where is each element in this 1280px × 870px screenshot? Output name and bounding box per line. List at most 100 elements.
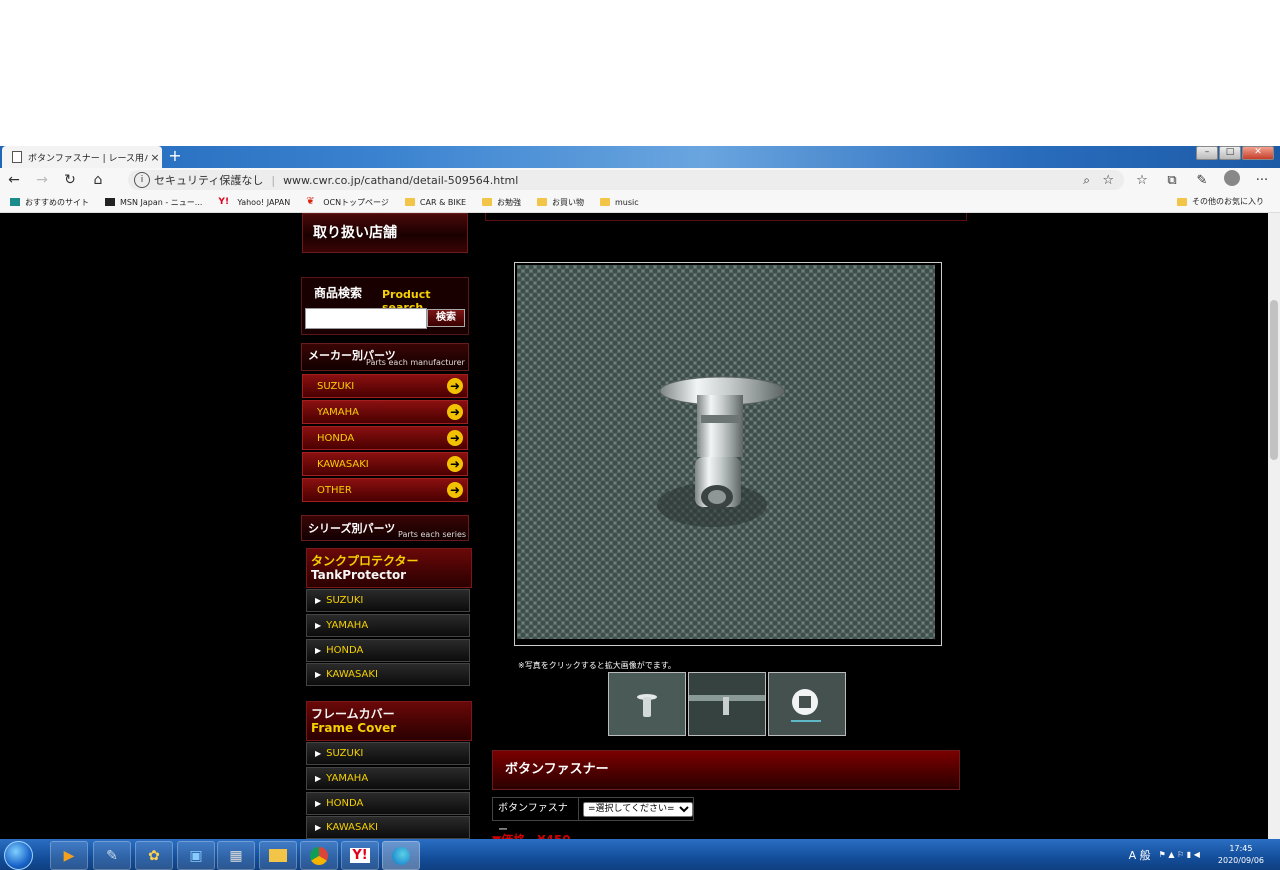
page-icon [12,151,22,163]
thumbnail-1[interactable] [608,672,686,736]
read-aloud-icon[interactable]: ✎ [1190,173,1214,188]
triangle-right-icon: ▶ [315,670,322,679]
other-favorites[interactable]: その他のお気に入り [1177,196,1264,207]
maker-button-honda[interactable]: HONDA ➜ [302,426,468,450]
tank-link-honda[interactable]: ▶ HONDA [306,639,470,662]
browser-tab[interactable]: ボタンファスナー | レース用バイクパー... × [2,146,162,168]
maker-button-other[interactable]: OTHER ➜ [302,478,468,502]
back-icon[interactable]: ← [0,172,28,188]
address-bar[interactable]: i セキュリティ保護なし | www.cwr.co.jp/cathand/det… [128,170,1124,190]
system-tray: A 般 ⚑ ▲ ⚐ ▮ ◀ 17:45 2020/09/06 [1129,839,1280,870]
price-label: ▼価格 ¥450 [492,831,571,839]
favorite-item[interactable]: Y! Yahoo! JAPAN [218,198,290,207]
favorite-item[interactable]: おすすめのサイト [10,197,89,208]
store-link[interactable]: 取り扱い店舗 [302,213,468,253]
folder-icon [404,198,415,206]
arrow-right-icon: ➜ [447,430,463,446]
triangle-right-icon: ▶ [315,823,322,832]
search-title-jp: 商品検索 [314,286,363,300]
scrollbar-thumb[interactable] [1270,300,1278,460]
tank-link-yamaha[interactable]: ▶ YAMAHA [306,614,470,637]
favorite-item[interactable]: ❦ OCNトップページ [306,197,389,208]
msn-icon [105,198,115,206]
favorites-icon[interactable]: ☆ [1130,173,1154,188]
triangle-right-icon: ▶ [315,799,322,808]
maker-button-suzuki[interactable]: SUZUKI ➜ [302,374,468,398]
frame-cover-header[interactable]: フレームカバー Frame Cover [306,701,472,741]
search-input[interactable] [305,308,427,329]
tank-protector-header[interactable]: タンクプロテクター TankProtector [306,548,472,588]
top-border-frame [485,213,967,221]
product-option-row: ボタンファスナー =選択してください= [492,797,694,836]
yahoo-app-icon[interactable]: Y! [341,841,379,870]
home-icon[interactable]: ⌂ [84,172,112,188]
window-controls: – □ ✕ [1196,146,1274,160]
option-select[interactable]: =選択してください= [583,801,693,817]
product-main-image[interactable] [514,262,942,646]
page-viewport: 取り扱い店舗 商品検索 Product search 検索 メーカー別パーツ P… [0,213,1268,839]
profile-icon[interactable] [1220,170,1244,190]
security-label: セキュリティ保護なし [154,174,264,187]
maximize-button[interactable]: □ [1219,146,1241,160]
thumbnail-2[interactable] [688,672,766,736]
favorite-star-icon[interactable]: ☆ [1102,173,1114,188]
photo-click-note: ※写真をクリックすると拡大画像がでます。 [518,661,676,670]
folder-icon [1177,197,1187,206]
favorite-item[interactable]: MSN Japan - ニュー... [105,197,202,208]
notepad-icon[interactable]: ✎ [93,841,131,870]
tank-link-suzuki[interactable]: ▶ SUZUKI [306,589,470,612]
minimize-button[interactable]: – [1196,146,1218,160]
folder-icon [482,198,492,206]
browser-toolbar: ← → ↻ ⌂ i セキュリティ保護なし | www.cwr.co.jp/cat… [0,168,1280,192]
favorite-folder[interactable]: CAR & BIKE [404,198,466,207]
arrow-right-icon: ➜ [447,456,463,472]
toolbar-actions: ☆ ⧉ ✎ ··· [1130,170,1274,190]
arrow-right-icon: ➜ [447,482,463,498]
tab-title: ボタンファスナー | レース用バイクパー... [28,153,148,164]
close-window-button[interactable]: ✕ [1242,146,1274,160]
tank-link-kawasaki[interactable]: ▶ KAWASAKI [306,663,470,686]
frame-link-suzuki[interactable]: ▶ SUZUKI [306,742,470,765]
maker-parts-header: メーカー別パーツ Parts each manufacturer [301,343,469,371]
product-search-box: 商品検索 Product search 検索 [301,277,469,335]
frame-link-honda[interactable]: ▶ HONDA [306,792,470,815]
new-tab-button[interactable]: + [166,148,184,166]
bing-icon [10,198,20,206]
calculator-icon[interactable]: ▦ [217,841,255,870]
windows-taskbar: ▶ ✎ ✿ ▣ ▦ Y! A 般 ⚑ ▲ ⚐ ▮ ◀ 17:45 2020/09… [0,839,1280,870]
yahoo-icon: Y! [218,197,230,207]
triangle-right-icon: ▶ [315,749,322,758]
triangle-right-icon: ▶ [315,646,322,655]
start-button[interactable] [4,841,33,870]
frame-link-kawasaki[interactable]: ▶ KAWASAKI [306,816,470,839]
tray-icons[interactable]: ⚑ ▲ ⚐ ▮ ◀ [1159,850,1200,859]
clock[interactable]: 17:45 2020/09/06 [1218,843,1264,867]
url-text[interactable]: www.cwr.co.jp/cathand/detail-509564.html [283,174,518,187]
more-menu-icon[interactable]: ··· [1250,173,1274,188]
paint-icon[interactable]: ✿ [135,841,173,870]
refresh-icon[interactable]: ↻ [56,172,84,188]
favorite-folder[interactable]: お勉強 [482,197,521,208]
folder-icon [600,198,610,206]
forward-icon[interactable]: → [28,172,56,188]
folder-icon [537,198,547,206]
maker-button-yamaha[interactable]: YAMAHA ➜ [302,400,468,424]
info-icon[interactable]: i [134,172,150,188]
frame-link-yamaha[interactable]: ▶ YAMAHA [306,767,470,790]
chrome-icon[interactable] [300,841,338,870]
explorer-folder-icon[interactable] [259,841,297,870]
zoom-icon[interactable]: ⌕ [1083,173,1090,188]
thumbnail-3[interactable] [768,672,846,736]
ime-indicator[interactable]: A 般 [1129,847,1151,863]
favorite-folder[interactable]: music [600,198,639,207]
search-button[interactable]: 検索 [427,309,465,327]
collections-icon[interactable]: ⧉ [1160,173,1184,188]
button-fastener-photo [517,265,935,639]
close-tab-icon[interactable]: × [148,151,162,164]
maker-button-kawasaki[interactable]: KAWASAKI ➜ [302,452,468,476]
edge-icon[interactable] [382,841,420,870]
triangle-right-icon: ▶ [315,596,322,605]
media-player-icon[interactable]: ▶ [50,841,88,870]
favorite-folder[interactable]: お買い物 [537,197,584,208]
photo-viewer-icon[interactable]: ▣ [177,841,215,870]
